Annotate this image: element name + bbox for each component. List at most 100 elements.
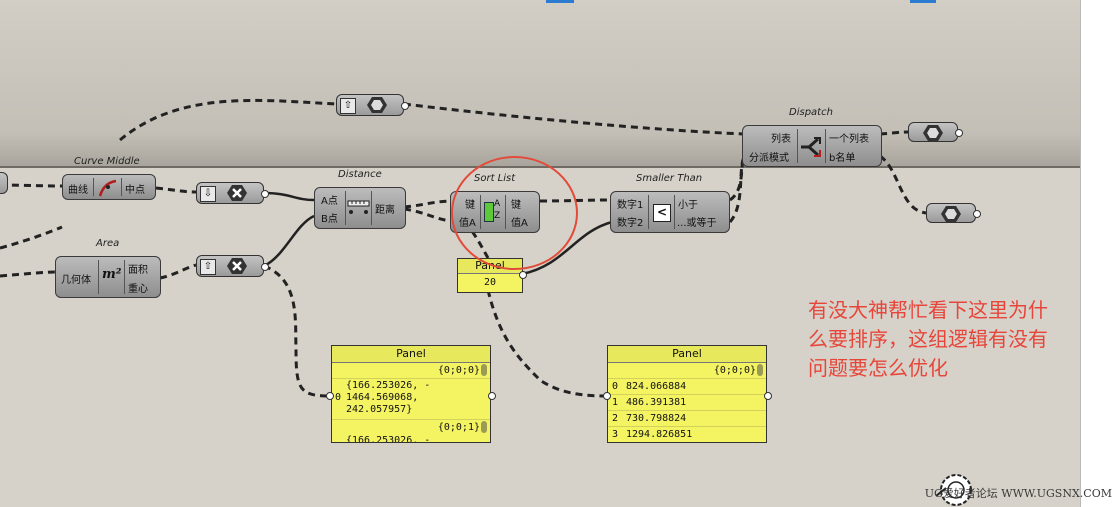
graft-arrow-icon[interactable]: ⇩ — [200, 186, 216, 202]
wire — [403, 199, 451, 209]
scroll-handle[interactable] — [481, 364, 487, 376]
output-distance[interactable]: 距离 — [375, 201, 395, 216]
list-item: {166.253026, - 1464.569068, 242.057957} — [346, 380, 430, 416]
input-dispatch-pattern[interactable]: 分派模式 — [749, 149, 789, 164]
input-list[interactable]: 列表 — [771, 130, 791, 145]
component-title: Distance — [338, 169, 382, 180]
hexagon-param-icon — [367, 97, 387, 113]
annotation-line: 问题要怎么优化 — [808, 356, 948, 380]
annotation-line: 有没大神帮忙看下这里为什 — [808, 298, 1048, 322]
item-line: 242.057957} — [346, 404, 413, 415]
area-component[interactable]: 几何体 m² 面积 重心 — [55, 256, 161, 298]
output-port[interactable] — [261, 190, 269, 198]
wire — [403, 102, 745, 136]
panel-input-port[interactable] — [326, 392, 334, 400]
annotation-line: 么要排序，这组逻辑有没有 — [808, 327, 1048, 351]
input-number-2[interactable]: 数字2 — [617, 214, 643, 229]
divider — [124, 260, 125, 294]
divider — [797, 129, 798, 163]
component-title: Dispatch — [789, 107, 833, 118]
input-number-1[interactable]: 数字1 — [617, 196, 643, 211]
panel-output-port[interactable] — [519, 271, 527, 279]
scroll-handle[interactable] — [757, 364, 763, 376]
output-smaller[interactable]: 小于 — [678, 196, 698, 211]
component-title: Smaller Than — [636, 173, 703, 184]
divider — [648, 195, 649, 229]
wire — [0, 225, 63, 250]
scroll-handle[interactable] — [481, 421, 487, 433]
panel-title: Panel — [332, 346, 490, 363]
input-point-a[interactable]: A点 — [321, 192, 338, 207]
param-output-b[interactable] — [926, 203, 981, 223]
divider — [674, 195, 675, 229]
table-row: 1 486.391381 — [608, 394, 766, 410]
offscreen-component[interactable] — [0, 172, 8, 194]
param-relay-top[interactable]: ⇧ — [336, 94, 409, 116]
output-centroid[interactable]: 重心 — [128, 280, 148, 295]
wire — [263, 214, 315, 268]
divider — [345, 191, 346, 225]
component-title: Curve Middle — [74, 156, 140, 167]
wire — [879, 154, 927, 215]
wire — [263, 264, 331, 398]
distance-component[interactable]: A点 B点 距离 — [314, 187, 406, 229]
highlight-circle — [451, 156, 578, 270]
panel-output-port[interactable] — [488, 392, 496, 400]
param-relay-x2[interactable]: ⇧ — [196, 255, 269, 277]
param-output-a[interactable] — [908, 122, 963, 142]
input-curve[interactable]: 曲线 — [68, 181, 88, 196]
hexagon-param-icon — [923, 125, 943, 141]
branch-path: {0;0;1} — [332, 419, 490, 435]
x-cross-icon — [227, 258, 247, 274]
input-geometry[interactable]: 几何体 — [61, 271, 91, 286]
hexagon-param-icon — [941, 206, 961, 222]
output-port[interactable] — [955, 129, 963, 137]
input-point-b[interactable]: B点 — [321, 210, 338, 225]
ruler-icon — [347, 200, 370, 214]
area-icon: m² — [102, 267, 122, 282]
curve-middle-icon — [98, 179, 117, 197]
flatten-arrow-icon[interactable]: ⇧ — [340, 98, 356, 114]
component-title: Area — [96, 238, 120, 249]
points-panel[interactable]: Panel {0;0;0} 0 {166.253026, - 1464.5690… — [331, 345, 491, 443]
wire — [0, 183, 63, 188]
wire — [159, 263, 197, 280]
output-midpoint[interactable]: 中点 — [125, 181, 145, 196]
dispatch-component[interactable]: 列表 分派模式 一个列表 b名单 — [742, 125, 882, 167]
divider — [825, 129, 826, 163]
branch-path: {0;0;0} — [713, 365, 756, 376]
wire — [403, 207, 451, 223]
less-than-icon: < — [653, 204, 671, 222]
panel-output-port[interactable] — [764, 392, 772, 400]
x-cross-icon — [227, 185, 247, 201]
smaller-than-component[interactable]: 数字1 数字2 < 小于 ...或等于 — [610, 191, 730, 233]
divider — [98, 260, 99, 294]
output-list-b[interactable]: b名单 — [829, 149, 855, 164]
distances-panel[interactable]: Panel {0;0;0} 0 824.066884 1 486.391381 27… — [607, 345, 767, 443]
table-row: 0 824.066884 — [608, 378, 766, 394]
panel-input-port[interactable] — [603, 392, 611, 400]
output-port[interactable] — [973, 210, 981, 218]
divider — [93, 178, 94, 196]
output-smaller-or-equal[interactable]: ...或等于 — [677, 214, 717, 229]
wire — [0, 270, 56, 278]
output-port[interactable] — [401, 102, 409, 110]
wire — [486, 289, 608, 398]
flatten-arrow-icon[interactable]: ⇧ — [200, 259, 216, 275]
branch-path: {0;0;0} — [437, 365, 480, 376]
wire — [263, 191, 315, 202]
watermark: UG爱好者论坛 WWW.UGSNX.COM — [924, 487, 1112, 500]
panel-title: Panel — [608, 346, 766, 363]
output-port[interactable] — [261, 263, 269, 271]
item-line: {166.253026, - — [346, 435, 431, 443]
curve-middle-component[interactable]: 曲线 中点 — [62, 174, 156, 200]
output-list-a[interactable]: 一个列表 — [829, 130, 869, 145]
right-scrollbar[interactable] — [1080, 0, 1118, 507]
grasshopper-canvas[interactable]: Curve Middle 曲线 中点 ⇧ ⇩ Area 几何体 m² 面积 重心… — [0, 0, 1080, 507]
output-area[interactable]: 面积 — [128, 261, 148, 276]
panel-value[interactable]: 20 — [458, 274, 522, 292]
item-line: 1464.569068, — [346, 392, 419, 403]
wire — [119, 98, 337, 142]
table-row: 2 730.798824 — [608, 410, 766, 426]
param-relay-x[interactable]: ⇩ — [196, 182, 269, 204]
